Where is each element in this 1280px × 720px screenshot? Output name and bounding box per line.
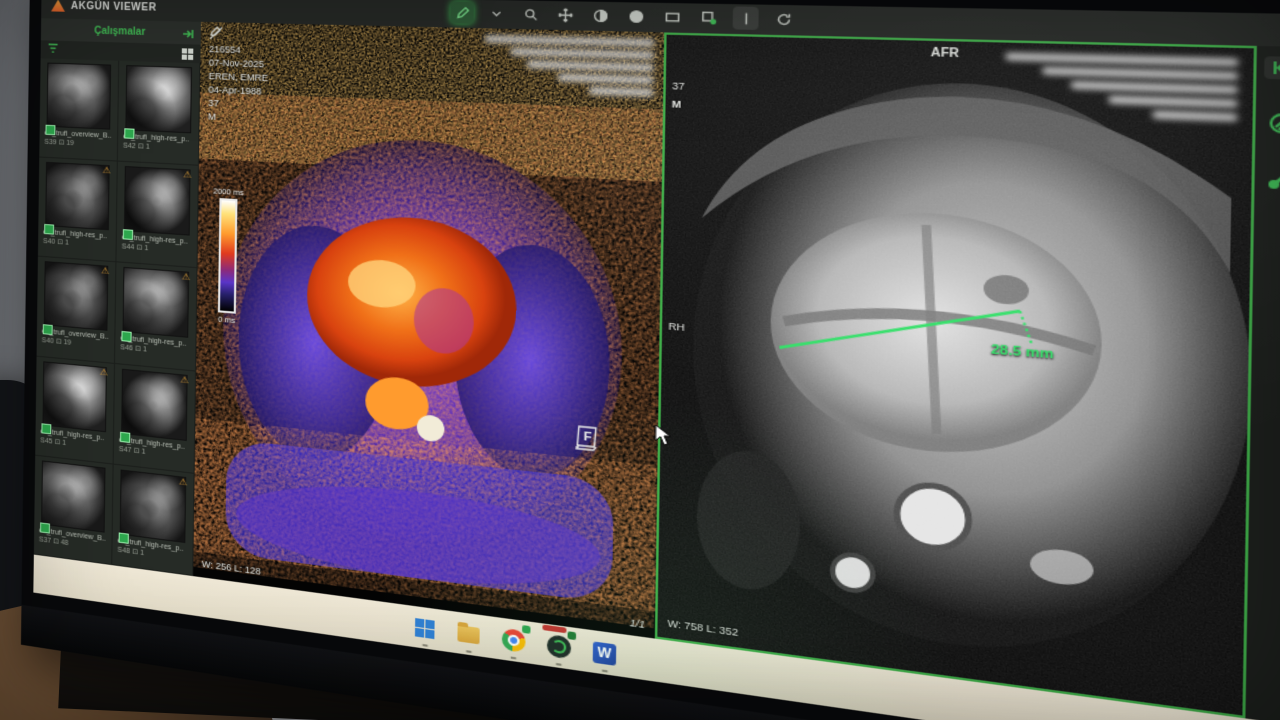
svg-text:F: F [583, 430, 592, 444]
pan-tool[interactable] [553, 3, 577, 26]
colorbar-max-label: 2000 ms [213, 186, 244, 197]
annotate-pencil-tool[interactable] [450, 1, 474, 23]
series-thumbnail[interactable]: de_trufi_high-res_p..S42 ⊡ 1 [118, 61, 201, 166]
patient-age: 37 [208, 97, 268, 113]
dropdown-caret-icon[interactable] [484, 2, 508, 24]
series-status-badge [120, 432, 130, 443]
t1-colorbar: 2000 ms 0 ms [211, 186, 243, 325]
windows-logo-icon [415, 618, 435, 639]
folder-icon [457, 624, 479, 643]
viewport-t1-map[interactable]: 216554 07-Nov-2025 EREN, EMRE 04-Apr-198… [193, 22, 665, 639]
roi-rectangle-tool[interactable] [659, 5, 684, 28]
series-thumbnail[interactable]: ⚠de_trufi_high-res_p..S47 ⊡ 1 [114, 364, 196, 474]
thumbnail-image [125, 65, 192, 133]
taskbar-start-button[interactable] [411, 613, 439, 643]
filter-icon[interactable] [47, 40, 58, 58]
chrome-badge [521, 625, 529, 634]
thumbnail-image [123, 267, 190, 338]
redacted-text-block [484, 35, 654, 97]
thumbnail-image [41, 460, 105, 532]
thumbnail-image [42, 361, 106, 432]
word-icon: W [593, 641, 617, 665]
link-series-icon[interactable] [1261, 167, 1280, 191]
main-toolbar [450, 1, 796, 30]
zoom-tool[interactable] [518, 3, 542, 26]
series-thumbnail[interactable]: ⚠de_trufi_overview_B..S40 ⊡ 19 [37, 257, 117, 364]
orientation-cube-icon: F [574, 423, 601, 455]
window-level-tool[interactable] [588, 4, 613, 27]
cine-mri-image [657, 35, 1253, 716]
app-title: AKGÜN VIEWER [71, 0, 157, 13]
series-status-badge [43, 324, 53, 335]
warning-icon: ⚠ [100, 367, 108, 377]
series-thumbnail[interactable]: ⚠de_trufi_high-res_p..S45 ⊡ 1 [35, 356, 115, 464]
warning-icon: ⚠ [102, 166, 110, 176]
series-status-badge [45, 125, 55, 135]
thumbnail-image [47, 63, 112, 130]
annotations-hidden-icon[interactable] [209, 26, 223, 44]
studies-panel-title: Çalışmalar [94, 25, 145, 37]
series-thumbnail[interactable]: ⚠de_trufi_high-res_p..S40 ⊡ 1 [38, 158, 118, 263]
app-badge [567, 631, 576, 640]
series-status-badge [124, 128, 134, 139]
page-indicator: 1/1 [629, 617, 645, 630]
series-thumbnail[interactable]: de_trufi_overview_B..S37 ⊡ 48 [34, 455, 114, 565]
grid-view-icon[interactable] [182, 48, 194, 60]
series-status-badge [40, 522, 50, 533]
series-thumbnail[interactable]: ⚠de_trufi_high-res_p..S44 ⊡ 1 [116, 162, 199, 269]
layout-settings-icon[interactable] [696, 6, 722, 29]
warning-icon: ⚠ [183, 170, 192, 180]
reset-rotate-tool[interactable] [770, 7, 796, 31]
warning-icon: ⚠ [179, 477, 188, 487]
series-status-badge [119, 532, 129, 543]
thumbnail-image [121, 368, 188, 440]
thumbnail-image [120, 469, 187, 543]
viewport-cine-afr[interactable]: AFR 37 M RH 28.5 mm W: 758 L: 352 [655, 32, 1257, 718]
collapse-panel-button[interactable] [1263, 56, 1280, 80]
thumbnail-image [45, 162, 109, 230]
mouse-cursor [654, 424, 672, 454]
taskbar-file-explorer[interactable] [454, 619, 482, 649]
hatched-circle-icon[interactable] [1262, 111, 1280, 135]
study-sidebar: Çalışmalar de_trufi_overview_B..S39 ⊡ 19… [34, 18, 202, 576]
collapse-sidebar-icon[interactable] [182, 27, 195, 40]
thumbnail-image [124, 166, 191, 236]
series-thumbnail[interactable]: de_trufi_overview_B..S39 ⊡ 19 [39, 58, 119, 161]
invert-tool[interactable] [623, 5, 648, 28]
screen: AKGÜN VIEWER Çalışmalar [33, 0, 1280, 720]
panel-box-tool[interactable] [733, 6, 759, 30]
series-status-badge [44, 224, 54, 235]
warning-icon: ⚠ [180, 375, 189, 385]
colorbar-gradient [218, 198, 238, 314]
taskbar-chrome[interactable] [499, 625, 528, 655]
patient-age-marker: 37 [672, 80, 685, 92]
series-status-badge [41, 423, 51, 434]
patient-sex: M [208, 110, 268, 126]
warning-icon: ⚠ [101, 267, 109, 277]
warning-icon: ⚠ [182, 273, 191, 283]
taskbar-screen-share-app[interactable] [544, 631, 573, 662]
photo-scene: AKGÜN VIEWER Çalışmalar [0, 0, 1280, 720]
thumbnail-image [44, 262, 108, 332]
taskbar-word[interactable]: W [590, 638, 620, 669]
series-thumbnail[interactable]: ⚠de_trufi_high-res_p..S46 ⊡ 1 [115, 263, 198, 371]
patient-sex-marker: M [672, 98, 682, 110]
studies-panel-header[interactable]: Çalışmalar [41, 18, 201, 44]
series-thumbnail-grid: de_trufi_overview_B..S39 ⊡ 19 de_trufi_h… [34, 58, 201, 576]
series-status-badge [123, 230, 133, 241]
redacted-text-block [1005, 52, 1238, 122]
orientation-marker-rh: RH [668, 321, 685, 334]
akgun-logo-icon [51, 0, 65, 12]
series-thumbnail[interactable]: ⚠de_trufi_high-res_p..S48 ⊡ 1 [112, 464, 194, 576]
monitor: AKGÜN VIEWER Çalışmalar [21, 0, 1280, 720]
series-status-badge [121, 331, 131, 342]
